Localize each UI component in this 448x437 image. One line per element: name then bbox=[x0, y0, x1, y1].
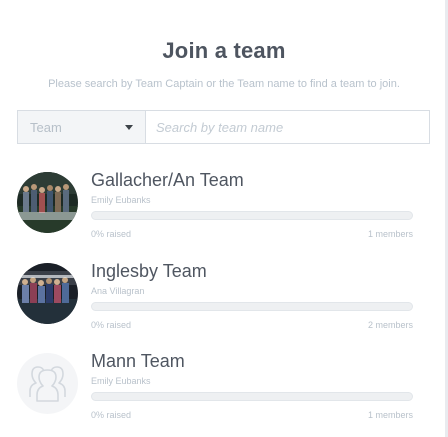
team-avatar bbox=[17, 353, 78, 414]
team-card[interactable]: Gallacher/An Team Emily Eubanks 0% raise… bbox=[17, 170, 430, 250]
members-count: 2 members bbox=[367, 320, 413, 330]
team-captain: Ana Villagran bbox=[91, 286, 145, 296]
team-name[interactable]: Gallacher/An Team bbox=[91, 170, 244, 191]
progress-bar bbox=[91, 302, 413, 311]
group-placeholder-icon bbox=[29, 366, 66, 402]
team-search-bar: Team bbox=[17, 110, 430, 144]
team-avatar bbox=[17, 172, 78, 233]
team-captain: Emily Eubanks bbox=[91, 376, 151, 386]
page-title: Join a team bbox=[162, 38, 286, 63]
team-card[interactable]: Mann Team Emily Eubanks 0% raised 1 memb… bbox=[17, 351, 430, 431]
members-count: 1 members bbox=[367, 229, 413, 239]
team-avatar bbox=[17, 263, 78, 324]
progress-bar bbox=[91, 392, 413, 401]
page-subtitle: Please search by Team Captain or the Tea… bbox=[48, 78, 400, 90]
team-card[interactable]: Inglesby Team Ana Villagran 0% raised 2 … bbox=[17, 261, 430, 341]
raised-label: 0% raised bbox=[91, 229, 132, 239]
members-count: 1 members bbox=[367, 410, 413, 420]
caret-down-icon bbox=[125, 124, 133, 130]
search-filter-value: Team bbox=[30, 119, 62, 135]
raised-label: 0% raised bbox=[91, 320, 132, 330]
search-input[interactable] bbox=[146, 111, 429, 143]
team-photo-icon bbox=[17, 263, 78, 324]
team-captain: Emily Eubanks bbox=[91, 195, 151, 205]
raised-label: 0% raised bbox=[91, 410, 132, 420]
progress-bar bbox=[91, 211, 413, 220]
team-name[interactable]: Inglesby Team bbox=[91, 261, 207, 282]
search-filter-select[interactable]: Team bbox=[18, 111, 146, 143]
team-name[interactable]: Mann Team bbox=[91, 351, 185, 372]
team-photo-icon bbox=[17, 172, 78, 233]
